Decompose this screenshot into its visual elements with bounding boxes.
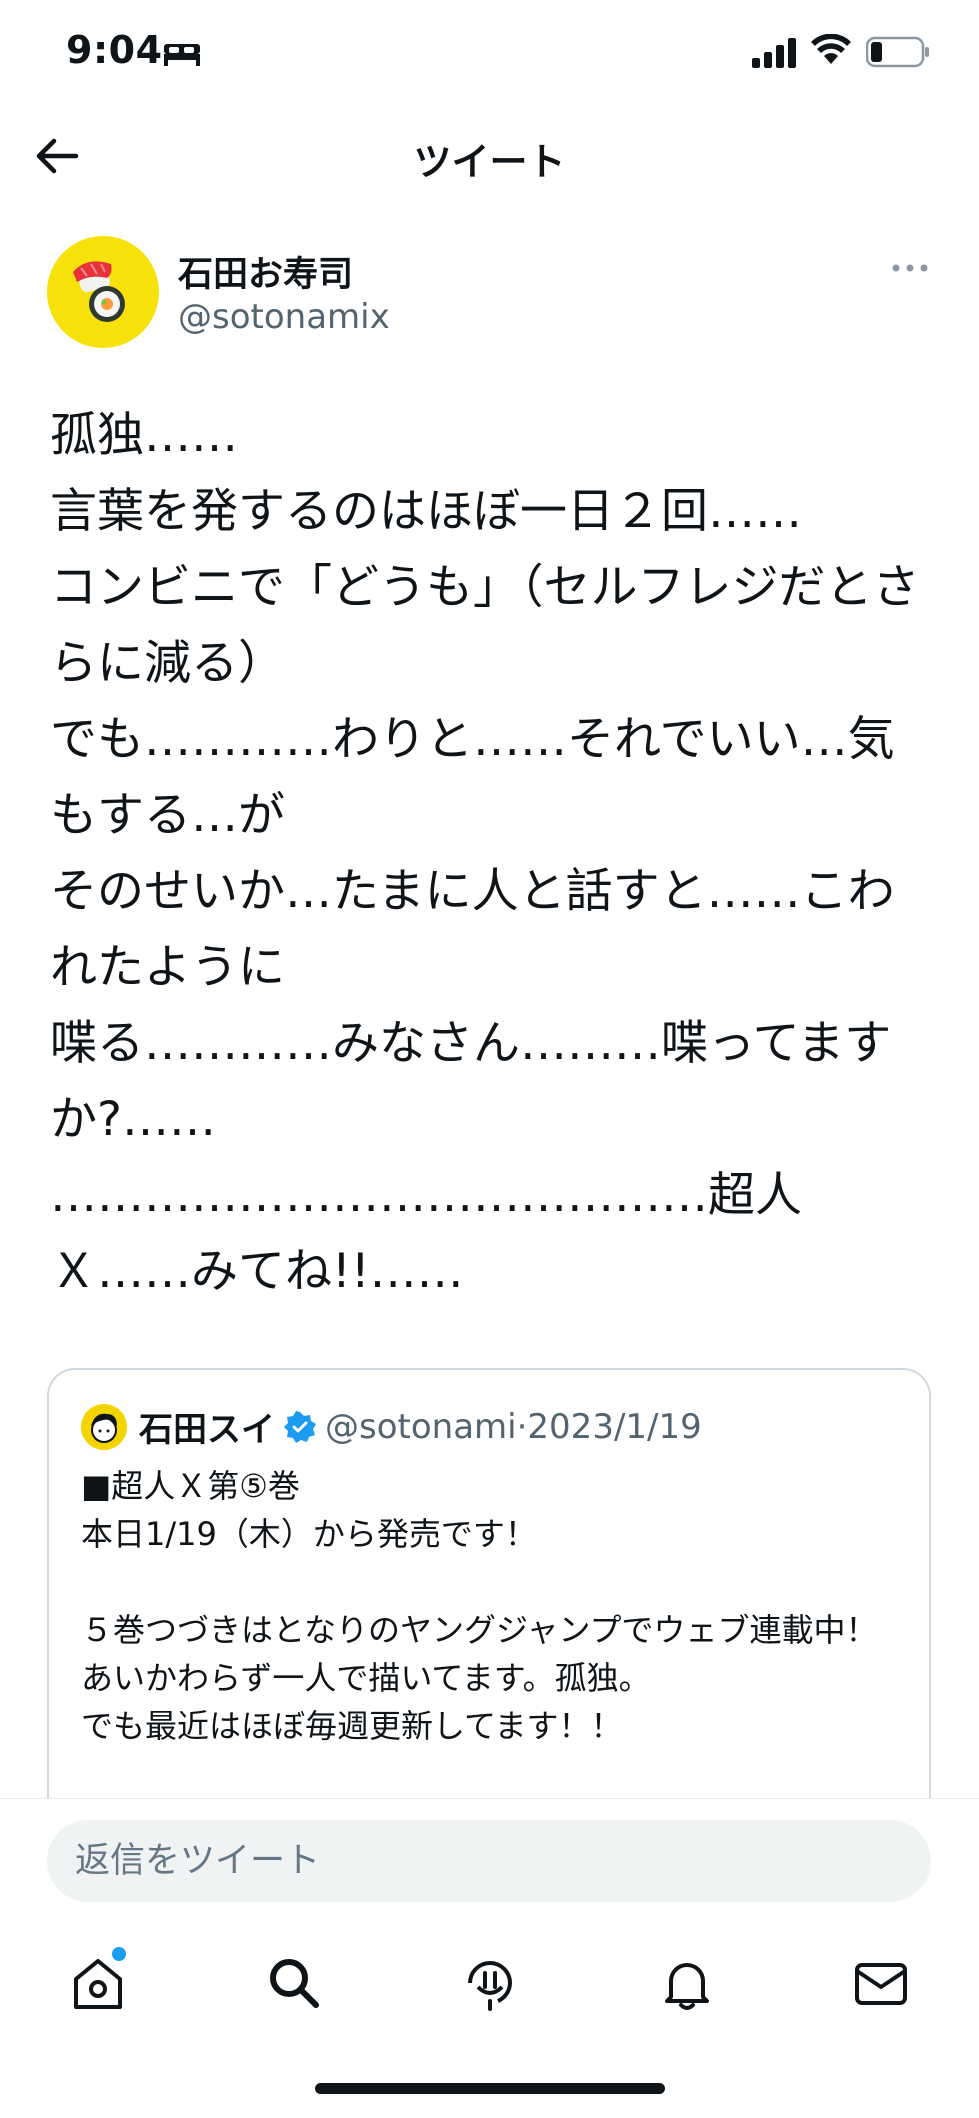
more-options-icon[interactable] bbox=[890, 258, 930, 278]
tweet-text: 孤独…… 言葉を発するのはほぼ一日２回…… コンビニで「どうも」（セルフレジだと… bbox=[50, 408, 920, 1299]
quote-avatar bbox=[81, 1404, 127, 1450]
wifi-icon bbox=[811, 34, 851, 64]
author-name[interactable]: 石田お寿司 bbox=[178, 246, 353, 297]
battery-icon bbox=[866, 36, 929, 68]
quote-header: 石田スイ @sotonami · 2023/1/19 bbox=[139, 1402, 702, 1451]
notification-dot bbox=[112, 1947, 126, 1961]
nav-search[interactable] bbox=[264, 1953, 324, 2013]
separator-dot: · bbox=[516, 1406, 528, 1447]
nav-messages[interactable] bbox=[851, 1953, 911, 2013]
bed-icon bbox=[164, 44, 200, 66]
spaces-icon bbox=[468, 1961, 513, 2011]
signal-icon bbox=[752, 38, 796, 68]
notifications-icon bbox=[665, 1963, 709, 2010]
page-title: ツイート bbox=[413, 140, 566, 184]
quote-date: 2023/1/19 bbox=[527, 1406, 702, 1447]
search-icon bbox=[270, 1959, 319, 2008]
quote-text: ■超人Ｘ第⑤巻 本日1/19（木）から発売です！ ５巻つづきはとなりのヤングジャ… bbox=[81, 1467, 878, 1745]
reply-input[interactable] bbox=[47, 1820, 931, 1902]
verified-badge-icon bbox=[284, 1410, 316, 1443]
nav-spaces[interactable] bbox=[460, 1953, 520, 2013]
quote-author-name: 石田スイ bbox=[139, 1410, 275, 1450]
quote-author-handle: @sotonami bbox=[325, 1406, 517, 1447]
status-time: 9:04 bbox=[66, 28, 163, 72]
header: ツイート bbox=[0, 115, 979, 195]
author-handle[interactable]: @sotonamix bbox=[178, 297, 390, 337]
nav-home[interactable] bbox=[68, 1947, 128, 2013]
reply-bar bbox=[0, 1798, 979, 1914]
home-indicator bbox=[315, 2083, 665, 2094]
messages-icon bbox=[855, 1963, 907, 2005]
quote-tweet[interactable]: 石田スイ @sotonami · 2023/1/19 ■超人Ｘ第⑤巻 本日1/1… bbox=[47, 1368, 931, 1828]
avatar[interactable] bbox=[47, 236, 159, 348]
home-icon bbox=[74, 1959, 122, 2009]
bottom-nav bbox=[0, 1913, 979, 2048]
status-bar: 9:04 bbox=[0, 0, 979, 105]
face-icon bbox=[91, 1413, 117, 1443]
sushi-icon bbox=[73, 261, 125, 322]
nav-notifications[interactable] bbox=[657, 1953, 717, 2013]
